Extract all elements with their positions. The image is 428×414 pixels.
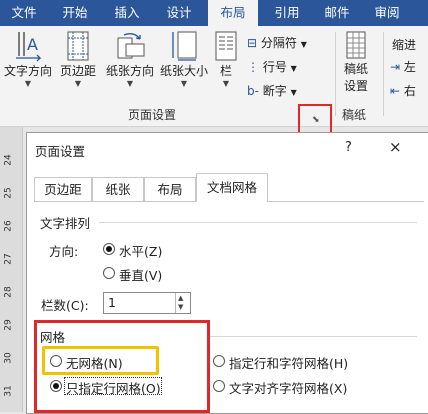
ribbon-tab-bar: 文件 开始 插入 设计 布局 引用 邮件 审阅 (0, 0, 428, 26)
section-divider (99, 222, 417, 223)
manuscript-label-1: 稿纸 (343, 62, 368, 76)
manuscript-group-label: 稿纸 (342, 108, 367, 122)
vertical-label: 垂直(V) (119, 268, 163, 283)
indent-right-icon: ⇤ (390, 84, 401, 98)
tab-paper[interactable]: 纸张 (92, 177, 144, 201)
spin-up-icon[interactable]: ▲ (178, 294, 183, 302)
dialog-tab-strip: 页边距 纸张 布局 文档网格 (34, 173, 424, 202)
tab-design[interactable]: 设计 (156, 0, 202, 26)
paper-size-label: 纸张大小 (159, 64, 208, 78)
horizontal-radio[interactable] (103, 243, 115, 255)
chevron-down-icon: ▼ (290, 64, 297, 73)
help-button[interactable]: ? (345, 140, 352, 155)
breaks-button[interactable]: ⊟ 分隔符 ▼ (247, 34, 307, 51)
tab-document-grid[interactable]: 文档网格 (196, 173, 268, 202)
indent-heading: 缩进 (392, 38, 417, 52)
tab-layout[interactable]: 布局 (208, 0, 258, 26)
columns-icon (215, 31, 237, 61)
vertical-ruler: 24 25 26 27 28 29 30 31 (0, 127, 23, 412)
indent-left-field[interactable]: ⇥ 左 (390, 58, 416, 75)
tab-home[interactable]: 开始 (52, 0, 98, 26)
indent-right-field[interactable]: ⇤ 右 (390, 82, 416, 99)
chevron-down-icon: ▼ (222, 79, 230, 88)
ribbon: A 文字方向 ▼ 页边距 ▼ 纸张方向 ▼ 纸张大小 ▼ 栏 ▼ ⊟ 分隔符 ▼… (0, 26, 428, 127)
chevron-down-icon: ▼ (300, 40, 307, 49)
snap-chars-label: 文字对齐字符网格(X) (229, 381, 348, 396)
indent-right-label: 右 (403, 84, 416, 98)
line-numbers-icon: ⋮ (247, 60, 259, 74)
tab-file[interactable]: 文件 (0, 0, 48, 26)
svg-text:A: A (27, 35, 38, 54)
ruler-number: 29 (3, 319, 14, 331)
no-grid-highlight-box (42, 346, 159, 375)
close-button[interactable]: × (389, 138, 402, 156)
ruler-number: 27 (3, 253, 14, 265)
tab-insert[interactable]: 插入 (104, 0, 150, 26)
columns-count-value: 1 (108, 295, 116, 310)
orientation-label: 纸张方向 (105, 64, 154, 78)
text-direction-icon: A (16, 32, 42, 62)
group-separator (335, 32, 336, 116)
ruler-number: 30 (3, 352, 14, 364)
text-arrangement-heading: 文字排列 (40, 216, 91, 231)
page-setup-launcher-highlight: ⬊ (298, 104, 332, 134)
paper-size-icon (172, 31, 197, 61)
chevron-down-icon: ▼ (290, 88, 297, 97)
tab-references[interactable]: 引用 (264, 0, 310, 26)
page-setup-dialog: 页面设置 ? × 页边距 纸张 布局 文档网格 文字排列 方向: 水平(Z) 垂… (26, 132, 428, 414)
spin-down-icon[interactable]: ▼ (178, 303, 183, 311)
indent-left-label: 左 (403, 60, 416, 74)
tab-margins[interactable]: 页边距 (34, 177, 92, 201)
lines-and-chars-radio[interactable] (213, 355, 225, 367)
ruler-number: 24 (3, 154, 14, 166)
margins-button[interactable]: 页边距 ▼ (56, 30, 100, 89)
chevron-down-icon: ▼ (180, 79, 188, 88)
lines-and-chars-label: 指定行和字符网格(H) (229, 356, 349, 371)
columns-button[interactable]: 栏 ▼ (212, 30, 240, 89)
section-divider (210, 336, 417, 337)
paper-size-button[interactable]: 纸张大小 ▼ (158, 30, 210, 89)
chevron-down-icon: ▼ (24, 79, 32, 88)
indent-left-icon: ⇥ (390, 60, 401, 74)
margins-label: 页边距 (59, 64, 96, 78)
text-direction-button[interactable]: A 文字方向 ▼ (2, 30, 54, 89)
ruler-number: 28 (3, 286, 14, 298)
tab-review[interactable]: 审阅 (364, 0, 410, 26)
page-setup-group-label: 页面设置 (128, 108, 177, 122)
hyphenation-icon: b- (247, 84, 259, 98)
manuscript-label-2: 设置 (343, 79, 368, 93)
hyphenation-button[interactable]: b- 断字 ▼ (247, 82, 297, 99)
breaks-label: 分隔符 (260, 36, 297, 50)
text-direction-label: 文字方向 (3, 64, 52, 78)
ruler-number: 26 (3, 220, 14, 232)
dialog-title: 页面设置 (35, 144, 86, 159)
columns-count-input[interactable]: 1 ▲ ▼ (103, 292, 191, 314)
group-separator (383, 32, 384, 116)
breaks-icon: ⊟ (247, 36, 258, 50)
hyphenation-label: 断字 (262, 84, 287, 98)
tab-mailings[interactable]: 邮件 (314, 0, 360, 26)
horizontal-label: 水平(Z) (119, 244, 163, 259)
chevron-down-icon: ▼ (74, 79, 82, 88)
manuscript-icon (346, 31, 366, 59)
tab-layout-dialog[interactable]: 布局 (144, 177, 196, 201)
dialog-launcher-icon[interactable]: ⬊ (312, 115, 320, 125)
vertical-radio[interactable] (103, 267, 115, 279)
snap-chars-radio[interactable] (213, 380, 225, 392)
ruler-number: 25 (3, 187, 14, 199)
orientation-button[interactable]: 纸张方向 ▼ (104, 30, 156, 89)
columns-spinner[interactable]: ▲ ▼ (175, 293, 190, 313)
columns-label: 栏 (219, 64, 232, 78)
direction-label: 方向: (49, 244, 79, 259)
orientation-icon (117, 32, 145, 59)
line-numbers-label: 行号 (262, 60, 287, 74)
manuscript-settings-button[interactable]: 稿纸 设置 (339, 30, 373, 94)
margins-icon (67, 31, 89, 61)
ruler-number: 31 (3, 385, 14, 397)
chevron-down-icon: ▼ (126, 79, 134, 88)
line-numbers-button[interactable]: ⋮ 行号 ▼ (247, 58, 297, 75)
columns-count-label: 栏数(C): (41, 298, 89, 313)
